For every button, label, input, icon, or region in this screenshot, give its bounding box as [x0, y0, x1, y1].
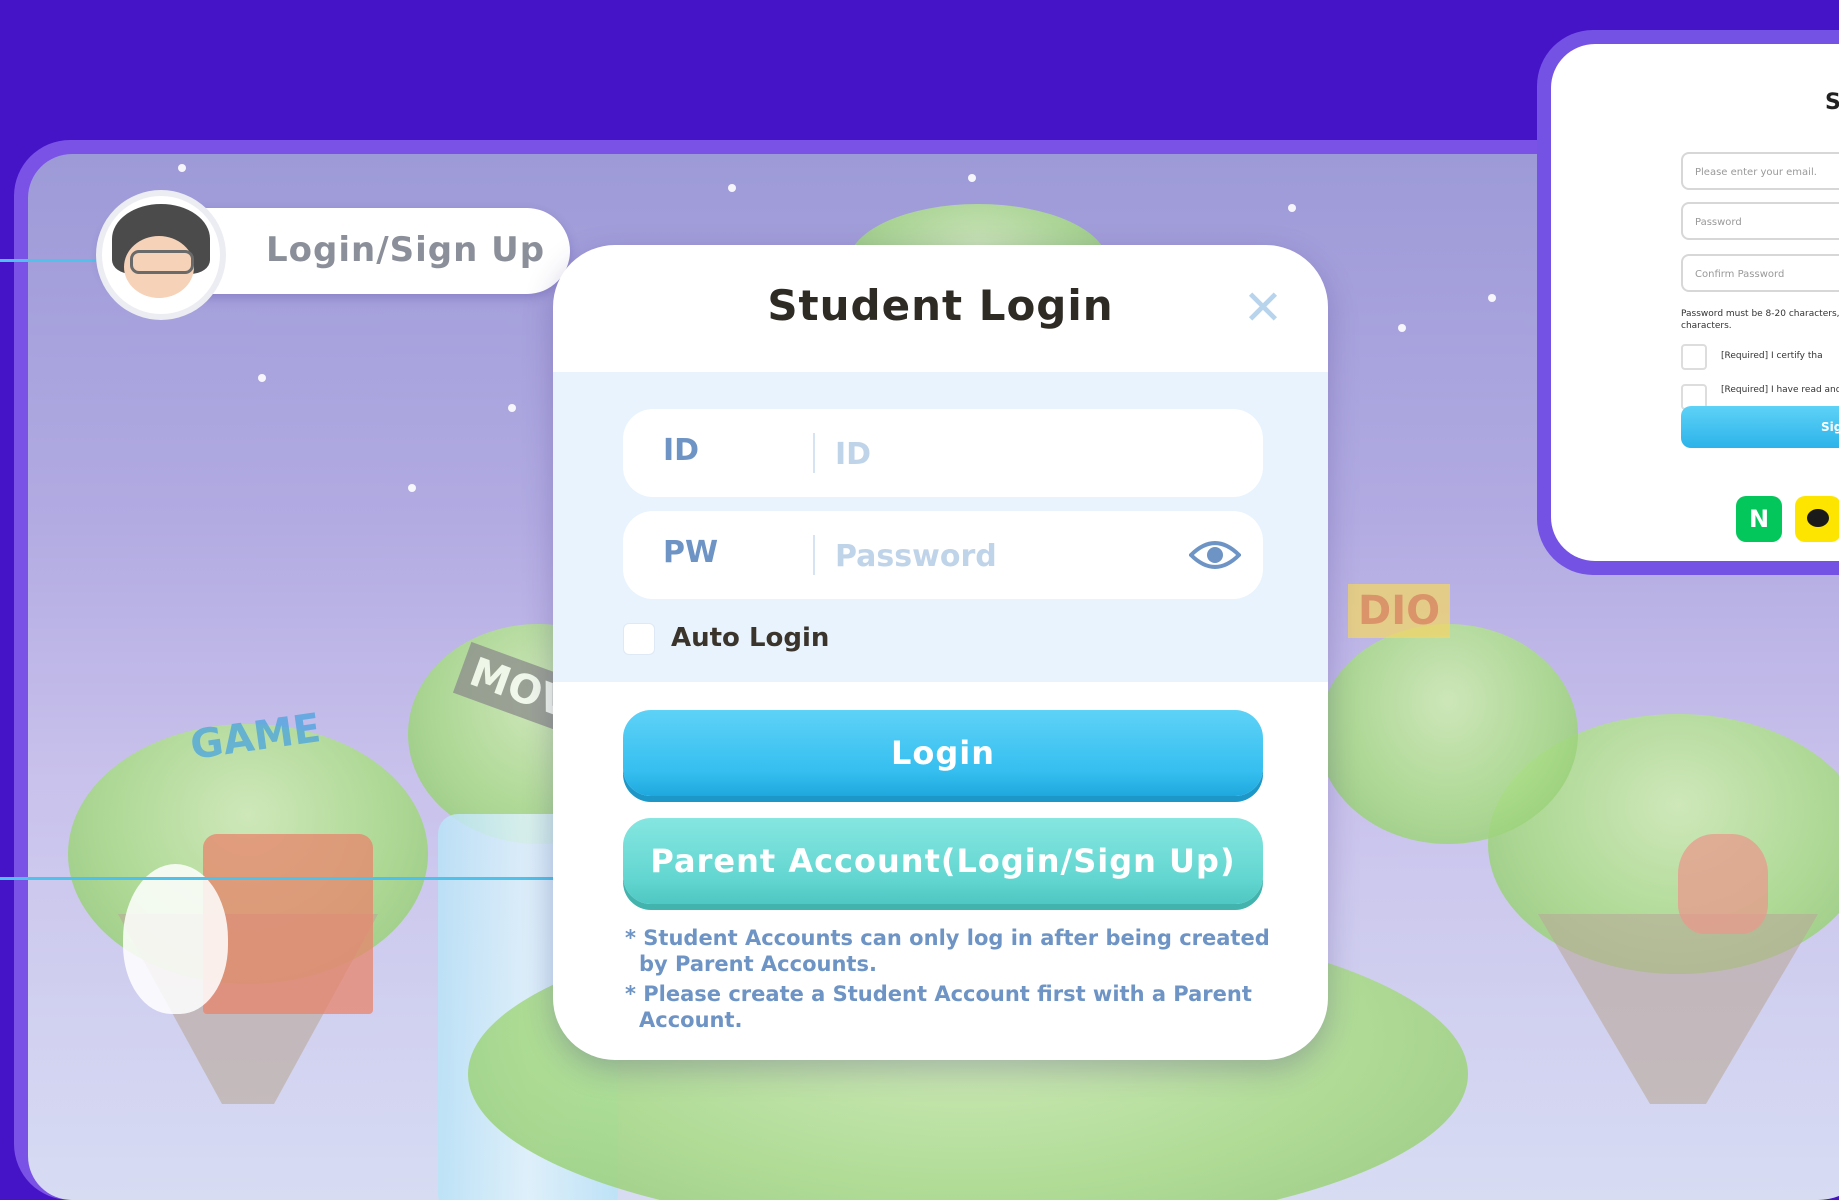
password-input[interactable] — [833, 525, 1167, 587]
signup-title: Sig — [1825, 90, 1839, 115]
star-decoration — [1288, 204, 1296, 212]
ghost-character — [123, 864, 228, 1014]
field-separator — [813, 535, 815, 575]
star-decoration — [968, 174, 976, 182]
student-login-modal: Student Login ✕ ID PW Auto Login Login P… — [553, 245, 1328, 1060]
island-studio — [1318, 624, 1578, 844]
field-separator — [813, 433, 815, 473]
id-field[interactable]: ID — [623, 409, 1263, 497]
signup-card-inner: Sig Please enter your email. Password Co… — [1551, 44, 1839, 561]
auto-login-label: Auto Login — [671, 623, 830, 653]
login-signup-pill[interactable]: Login/Sign Up — [96, 190, 570, 320]
password-hint: Password must be 8-20 characters, letter… — [1681, 309, 1839, 331]
id-input[interactable] — [833, 423, 1167, 485]
star-decoration — [408, 484, 416, 492]
login-button[interactable]: Login — [623, 710, 1263, 796]
star-decoration — [508, 404, 516, 412]
signup-button[interactable]: Sig — [1681, 406, 1839, 448]
connector-line-bottom — [0, 877, 595, 880]
island-rock — [1538, 914, 1818, 1104]
star-decoration — [1398, 324, 1406, 332]
close-icon[interactable]: ✕ — [1240, 284, 1286, 332]
eye-icon[interactable] — [1189, 535, 1241, 575]
bear-character — [1678, 834, 1768, 934]
note-text: * Student Accounts can only log in after… — [625, 926, 1270, 976]
modal-title: Student Login — [767, 281, 1114, 330]
studio-sign: DIO — [1348, 584, 1451, 638]
required-label-1: [Required] I certify tha — [1721, 351, 1823, 361]
auto-login-checkbox[interactable] — [623, 623, 655, 655]
star-decoration — [1488, 294, 1496, 302]
kakao-icon[interactable] — [1795, 496, 1839, 542]
confirm-password-field[interactable]: Confirm Password — [1681, 254, 1839, 292]
login-signup-label: Login/Sign Up — [266, 230, 546, 270]
required-checkbox-1[interactable] — [1681, 344, 1707, 370]
signup-password-field[interactable]: Password — [1681, 202, 1839, 240]
arcade-machine — [203, 834, 373, 1014]
avatar — [96, 190, 226, 320]
required-label-2: [Required] I have read and Privacy Polic… — [1721, 385, 1839, 395]
id-field-label: ID — [663, 433, 700, 468]
star-decoration — [728, 184, 736, 192]
password-field[interactable]: PW — [623, 511, 1263, 599]
signup-card: Sig Please enter your email. Password Co… — [1537, 30, 1839, 575]
pw-field-label: PW — [663, 535, 719, 570]
parent-account-button[interactable]: Parent Account(Login/Sign Up) — [623, 818, 1263, 904]
naver-icon[interactable]: N — [1736, 496, 1782, 542]
star-decoration — [258, 374, 266, 382]
star-decoration — [178, 164, 186, 172]
login-notes: * Student Accounts can only log in after… — [625, 925, 1275, 1037]
email-field[interactable]: Please enter your email. — [1681, 152, 1839, 190]
note-text: * Please create a Student Account first … — [625, 982, 1252, 1032]
